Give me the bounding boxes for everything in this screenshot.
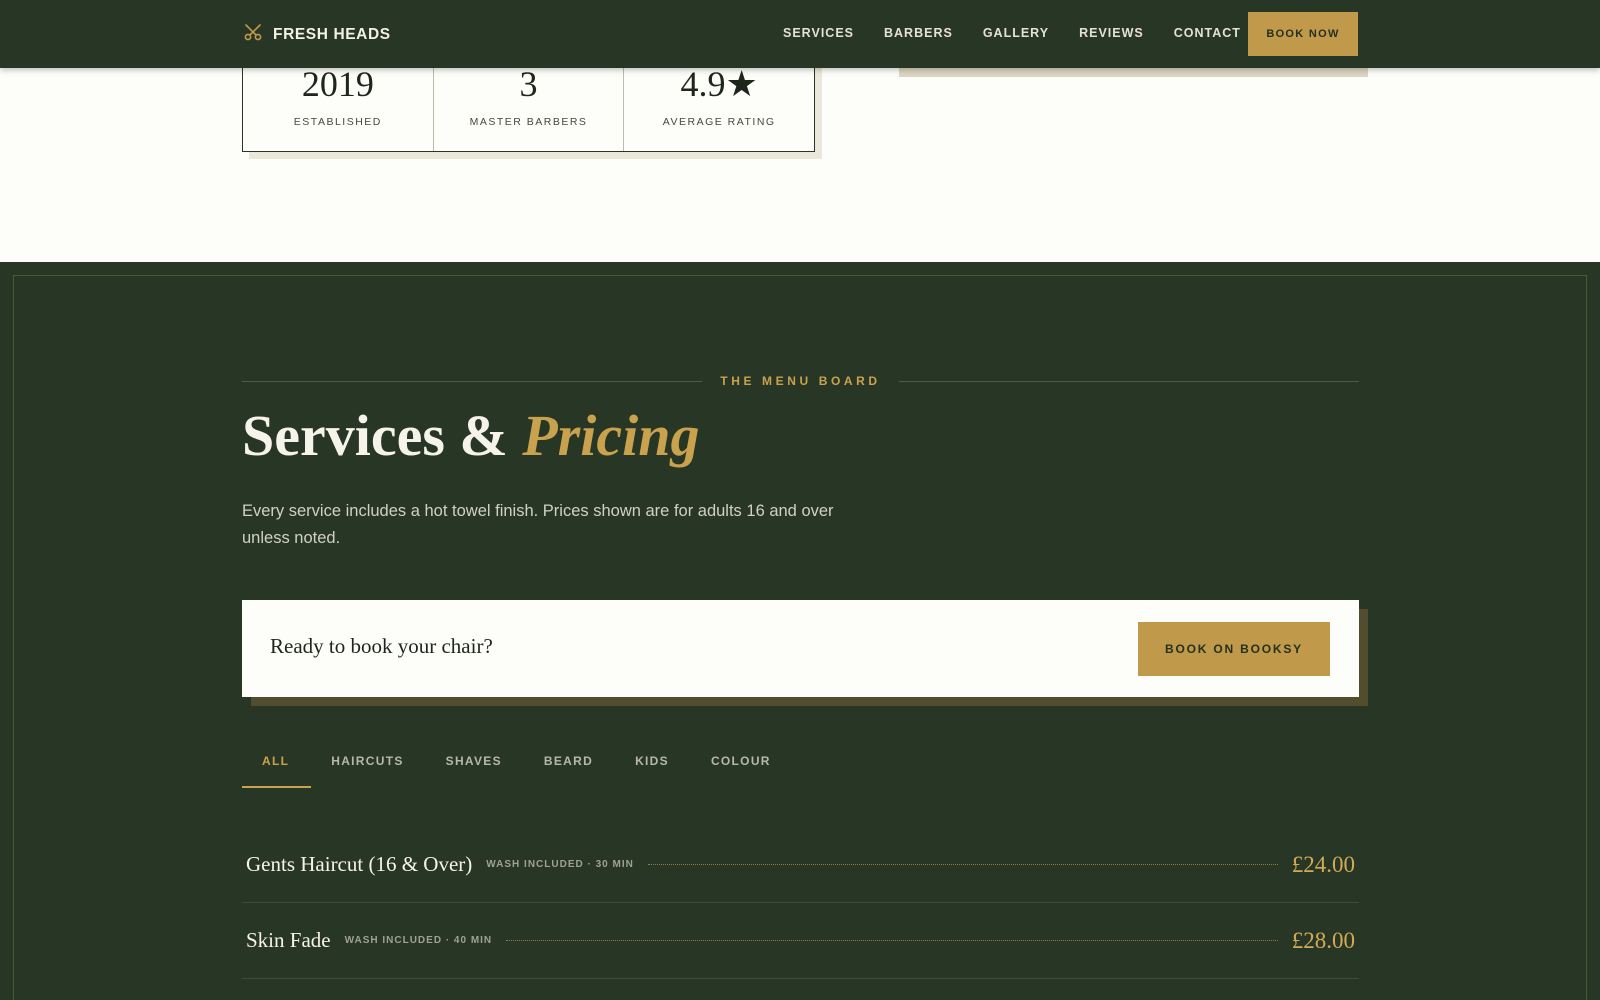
book-on-booksy-button[interactable]: BOOK ON BOOKSY <box>1138 622 1330 676</box>
service-price: £24.00 <box>1291 851 1355 877</box>
stat-average-rating: 4.9★ AVERAGE RATING <box>624 60 814 151</box>
stats-bar: 2019 ESTABLISHED 3 MASTER BARBERS 4.9★ A… <box>242 60 815 152</box>
section-title: Services & Pricing <box>242 402 699 469</box>
services-section: THE MENU BOARD Services & Pricing Every … <box>0 262 1600 1000</box>
tab-shaves[interactable]: SHAVES <box>426 754 524 788</box>
stat-established: 2019 ESTABLISHED <box>243 60 434 151</box>
brand-name: FRESH HEADS <box>273 25 391 43</box>
booking-cta-banner: Ready to book your chair? BOOK ON BOOKSY <box>242 600 1359 697</box>
stat-value: 2019 <box>301 64 374 104</box>
nav-link-gallery[interactable]: GALLERY <box>983 26 1049 40</box>
price-row: Skin Fade WASH INCLUDED · 40 MIN £28.00 <box>242 903 1359 979</box>
nav-link-barbers[interactable]: BARBERS <box>884 26 953 40</box>
stat-value: 3 <box>519 64 538 104</box>
divider-line <box>898 380 1359 382</box>
service-meta: WASH INCLUDED · 40 MIN <box>344 935 493 946</box>
price-row: Gents Haircut (16 & Over) WASH INCLUDED … <box>242 827 1359 903</box>
nav-link-contact[interactable]: CONTACT <box>1174 26 1241 40</box>
stat-value: 4.9★ <box>680 64 758 104</box>
stat-label: AVERAGE RATING <box>662 116 776 128</box>
price-list: Gents Haircut (16 & Over) WASH INCLUDED … <box>242 827 1359 979</box>
dotted-leader <box>647 864 1278 865</box>
section-intro: Every service includes a hot towel finis… <box>242 502 834 547</box>
dotted-leader <box>506 940 1278 941</box>
title-main: Services & <box>242 403 523 468</box>
top-navigation: FRESH HEADS SERVICES BARBERS GALLERY REV… <box>0 0 1600 68</box>
nav-links: SERVICES BARBERS GALLERY REVIEWS CONTACT <box>783 26 1241 40</box>
service-category-tabs: ALL HAIRCUTS SHAVES BEARD KIDS COLOUR <box>242 754 793 788</box>
tab-haircuts[interactable]: HAIRCUTS <box>311 754 425 788</box>
nav-link-reviews[interactable]: REVIEWS <box>1079 26 1144 40</box>
tab-beard[interactable]: BEARD <box>524 754 615 788</box>
brand-logo[interactable]: FRESH HEADS <box>243 22 391 47</box>
service-name: Gents Haircut (16 & Over) <box>246 852 473 876</box>
service-name: Skin Fade <box>246 928 331 952</box>
eyebrow-text: THE MENU BOARD <box>720 374 881 388</box>
section-eyebrow: THE MENU BOARD <box>242 374 1359 388</box>
book-now-button[interactable]: BOOK NOW <box>1248 12 1358 56</box>
tab-colour[interactable]: COLOUR <box>691 754 793 788</box>
stat-label: MASTER BARBERS <box>469 116 588 128</box>
stat-master-barbers: 3 MASTER BARBERS <box>434 60 625 151</box>
service-meta: WASH INCLUDED · 30 MIN <box>486 859 634 870</box>
stat-label: ESTABLISHED <box>293 116 382 128</box>
tab-kids[interactable]: KIDS <box>615 754 691 788</box>
scissors-icon <box>243 22 263 47</box>
nav-link-services[interactable]: SERVICES <box>783 26 854 40</box>
title-accent: Pricing <box>522 403 700 468</box>
service-price: £28.00 <box>1291 927 1355 953</box>
tab-all[interactable]: ALL <box>242 754 312 788</box>
cta-text: Ready to book your chair? <box>270 634 493 658</box>
divider-line <box>242 380 703 382</box>
